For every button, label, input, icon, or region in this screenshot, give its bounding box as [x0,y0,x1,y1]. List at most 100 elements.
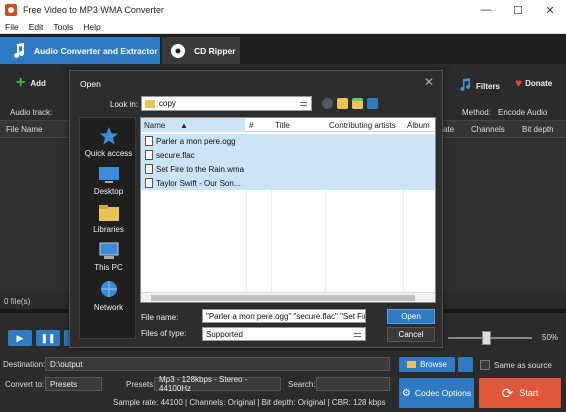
start-label: Start [519,388,539,398]
list-item[interactable]: secure.flac [141,148,435,162]
file-icon [145,136,153,146]
donate-button[interactable]: ♥ Donate [515,76,553,90]
network-icon [100,281,117,297]
dialog-close-button[interactable]: ✕ [424,75,434,89]
place-network[interactable]: Network [80,280,137,312]
cd-icon [170,43,186,59]
cancel-button[interactable]: Cancel [387,327,435,342]
menu-tools[interactable]: Tools [48,22,78,32]
add-button[interactable]: + Add [16,74,46,91]
place-quick-access-label: Quick access [84,149,133,158]
file-icon [145,178,153,188]
view-menu-icon[interactable] [367,98,378,109]
scrollbar-thumb[interactable] [151,295,415,301]
volume-slider[interactable] [482,331,491,345]
destination-field[interactable]: D:\output [45,357,390,371]
play-button[interactable]: ▶ [8,330,32,346]
look-in-select[interactable]: copy [141,96,312,111]
col-number[interactable]: # [249,121,253,130]
menu-edit[interactable]: Edit [24,22,49,32]
col-album[interactable]: Album [407,121,430,130]
dialog-file-list[interactable]: Name ▲ # Title Contributing artists Albu… [140,117,436,303]
place-quick-access[interactable]: Quick access [80,126,137,158]
same-as-source-checkbox[interactable] [480,360,490,370]
dropdown-icon [354,333,361,337]
tab-audio-converter-label: Audio Converter and Extractor [34,45,158,56]
col-name-label: Name [144,121,166,130]
minimize-button[interactable]: — [470,0,502,20]
plus-icon: + [16,74,26,91]
pause-button[interactable]: ❚❚ [36,330,60,346]
back-icon[interactable] [322,98,333,109]
list-item[interactable]: Parler a mon pere.ogg [141,134,435,148]
col-contributing-artists[interactable]: Contributing artists [329,121,396,130]
col-title[interactable]: Title [275,121,290,130]
files-of-type-select[interactable]: Supported [202,327,366,341]
files-of-type-label: Files of type: [141,329,187,338]
method-select[interactable]: Encode Audio [498,108,547,117]
status-line: Sample rate: 44100 | Channels: Original … [113,398,386,407]
col-channels[interactable]: Channels [471,125,505,134]
horizontal-scrollbar[interactable] [141,292,435,302]
maximize-button[interactable]: ☐ [502,0,534,20]
up-folder-icon[interactable] [337,98,348,109]
refresh-icon: ⟳ [501,384,514,401]
dialog-nav-icons [322,98,378,109]
col-rate[interactable]: ate [443,125,454,134]
menu-help[interactable]: Help [78,22,105,32]
presets-value: Mp3 - 128kbps - Stereo - 44100Hz [159,375,248,393]
convert-to-label: Convert to: [5,380,45,389]
look-in-value: copy [159,99,176,108]
music-note-icon [12,42,26,59]
col-bit-depth[interactable]: Bit depth [522,125,554,134]
look-in-label: Look in: [110,100,139,109]
close-button[interactable]: ✕ [534,0,566,20]
places-bar: Quick access Desktop Libraries This PC N… [79,117,136,339]
window-controls: — ☐ ✕ [470,0,566,20]
add-label: Add [30,78,46,88]
file-name: Parler a mon pere.ogg [156,136,236,146]
search-label: Search: [288,380,316,389]
dialog-file-list-header: Name ▲ # Title Contributing artists Albu… [141,118,435,132]
col-name[interactable]: Name ▲ [141,118,245,132]
place-libraries[interactable]: Libraries [80,204,137,234]
browse-button[interactable]: Browse [399,357,455,372]
same-as-source-label: Same as source [494,361,552,370]
open-dialog: Open ✕ Look in: copy Quick access Deskto… [69,70,443,348]
convert-to-select[interactable]: Presets [45,377,102,391]
libraries-icon [98,205,119,221]
open-folder-button[interactable] [458,357,473,372]
file-name-input[interactable]: "Parler a mon pere.ogg" "secure.flac" "S… [202,309,366,323]
dialog-title: Open [80,79,101,89]
presets-label: Presets: [126,380,156,389]
play-icon: ▶ [16,332,24,343]
tab-cd-ripper[interactable]: CD Ripper [162,37,240,64]
place-desktop[interactable]: Desktop [80,166,137,196]
computer-icon [99,242,118,259]
list-item[interactable]: Taylor Swift - Our Son... [141,176,435,190]
filters-button[interactable]: Filters [460,78,500,94]
bottom-panel: Destination: D:\output Browse Same as so… [0,352,566,412]
file-name: Set Fire to the Rain.wma [156,164,245,174]
folder-icon [407,361,417,368]
heart-icon: ♥ [515,76,523,90]
codec-options-button[interactable]: ⚙ Codec Options [399,378,474,408]
file-name: secure.flac [156,150,195,160]
col-file-name[interactable]: File Name [6,125,42,134]
start-button[interactable]: ⟳ Start [479,378,561,408]
menu-file[interactable]: File [0,22,24,32]
menu-bar: File Edit Tools Help [0,20,566,34]
donate-label: Donate [525,78,553,88]
filters-label: Filters [476,81,501,91]
tab-audio-converter[interactable]: Audio Converter and Extractor [0,37,160,64]
new-folder-icon[interactable] [352,98,363,109]
search-input[interactable] [316,377,390,391]
open-button[interactable]: Open [387,309,435,324]
presets-select[interactable]: Mp3 - 128kbps - Stereo - 44100Hz [154,375,281,393]
tabs-row: Audio Converter and Extractor CD Ripper [0,34,566,64]
place-this-pc[interactable]: This PC [80,242,137,272]
tab-cd-ripper-label: CD Ripper [194,45,236,56]
list-item[interactable]: Set Fire to the Rain.wma [141,162,435,176]
folder-icon [145,99,155,108]
codec-options-label: Codec Options [414,388,472,398]
